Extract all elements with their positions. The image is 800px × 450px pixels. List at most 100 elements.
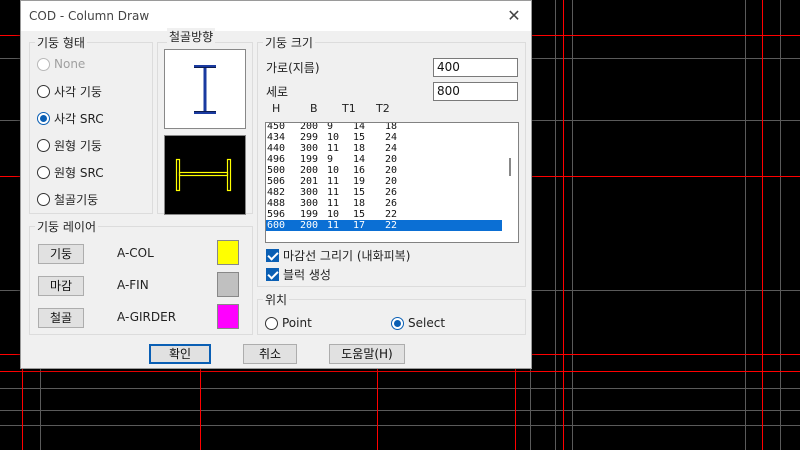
column-type-option[interactable]: 원형 SRC bbox=[37, 164, 104, 180]
cancel-button[interactable]: 취소 bbox=[243, 344, 297, 364]
list-item[interactable]: 506 201 11 19 20 bbox=[266, 176, 502, 187]
ok-button[interactable]: 확인 bbox=[149, 344, 211, 364]
list-cell: 11 bbox=[327, 143, 340, 154]
list-item[interactable]: 450 200 9 14 18 bbox=[266, 122, 502, 132]
list-cell: 15 bbox=[353, 187, 366, 198]
column-type-radio bbox=[37, 57, 50, 71]
steel-direction-vertical-preview[interactable] bbox=[164, 49, 246, 129]
list-item[interactable]: 434 299 10 15 24 bbox=[266, 132, 502, 143]
list-item[interactable]: 600 200 11 17 22 bbox=[266, 220, 502, 231]
list-cell: 10 bbox=[327, 165, 340, 176]
list-item[interactable]: 496 199 9 14 20 bbox=[266, 154, 502, 165]
list-cell: 300 bbox=[300, 143, 319, 154]
block-label: 블럭 생성 bbox=[283, 267, 331, 282]
list-cell: 10 bbox=[327, 132, 340, 143]
column-type-option[interactable]: 사각 기둥 bbox=[37, 83, 102, 99]
list-cell: 26 bbox=[385, 187, 398, 198]
list-item[interactable]: 482 300 11 15 26 bbox=[266, 187, 502, 198]
column-type-radio[interactable] bbox=[37, 84, 50, 98]
list-cell: 200 bbox=[300, 122, 319, 132]
list-cell: 482 bbox=[267, 187, 286, 198]
column-type-label: 원형 SRC bbox=[54, 165, 104, 180]
list-cell: 9 bbox=[327, 154, 334, 165]
finish-line-label: 마감선 그리기 (내화피복) bbox=[283, 248, 411, 263]
column-layer-title: 기둥 레이어 bbox=[35, 218, 99, 235]
list-cell: 201 bbox=[300, 176, 319, 187]
layer-name: A-FIN bbox=[117, 278, 149, 292]
column-type-radio[interactable] bbox=[37, 111, 50, 125]
title-bar[interactable]: COD - Column Draw ✕ bbox=[21, 1, 531, 31]
layer-button[interactable]: 마감 bbox=[38, 276, 84, 296]
layer-color-swatch[interactable] bbox=[217, 272, 239, 297]
list-cell: 18 bbox=[353, 198, 366, 209]
list-cell: 299 bbox=[300, 132, 319, 143]
list-cell: 19 bbox=[353, 176, 366, 187]
list-cell: 15 bbox=[353, 209, 366, 220]
position-point-radio[interactable] bbox=[265, 316, 278, 330]
column-size-title: 기둥 크기 bbox=[263, 34, 315, 51]
list-cell: 11 bbox=[327, 176, 340, 187]
section-size-list[interactable]: 450 200 9 14 18 434 299 10 15 24 440 300 11 18 24 496 19… bbox=[265, 122, 519, 243]
list-cell: 24 bbox=[385, 143, 398, 154]
position-option-point[interactable]: Point bbox=[265, 315, 312, 331]
list-cell: 11 bbox=[327, 198, 340, 209]
close-icon[interactable]: ✕ bbox=[503, 6, 525, 26]
height-input[interactable]: 800 bbox=[433, 82, 518, 101]
help-button[interactable]: 도움말(H) bbox=[329, 344, 405, 364]
list-item[interactable]: 596 199 10 15 22 bbox=[266, 209, 502, 220]
position-select-label: Select bbox=[408, 316, 446, 330]
column-type-option[interactable]: 철골기둥 bbox=[37, 191, 98, 207]
list-cell: 26 bbox=[385, 198, 398, 209]
list-cell: 199 bbox=[300, 154, 319, 165]
list-cell: 434 bbox=[267, 132, 286, 143]
column-type-label: None bbox=[54, 57, 86, 71]
block-checkbox[interactable] bbox=[266, 267, 279, 281]
column-type-radio[interactable] bbox=[37, 138, 50, 152]
position-title: 위치 bbox=[263, 291, 290, 308]
list-cell: 20 bbox=[385, 154, 398, 165]
list-cell: 300 bbox=[300, 187, 319, 198]
column-type-option[interactable]: 원형 기둥 bbox=[37, 137, 102, 153]
column-type-option[interactable]: 사각 SRC bbox=[37, 110, 104, 126]
layer-button[interactable]: 기둥 bbox=[38, 244, 84, 264]
list-cell: 14 bbox=[353, 122, 366, 132]
layer-button[interactable]: 철골 bbox=[38, 308, 84, 328]
list-cell: 16 bbox=[353, 165, 366, 176]
list-item[interactable]: 500 200 10 16 20 bbox=[266, 165, 502, 176]
list-cell: 10 bbox=[327, 209, 340, 220]
finish-line-checkbox-row[interactable]: 마감선 그리기 (내화피복) bbox=[266, 247, 410, 263]
finish-line-checkbox[interactable] bbox=[266, 248, 279, 262]
layer-color-swatch[interactable] bbox=[217, 304, 239, 329]
list-cell: 199 bbox=[300, 209, 319, 220]
list-cell: 496 bbox=[267, 154, 286, 165]
column-type-radio[interactable] bbox=[37, 192, 50, 206]
list-cell: 15 bbox=[353, 132, 366, 143]
layer-name: A-COL bbox=[117, 246, 154, 260]
width-input[interactable]: 400 bbox=[433, 58, 518, 77]
position-select-radio[interactable] bbox=[391, 316, 404, 330]
list-item[interactable]: 488 300 11 18 26 bbox=[266, 198, 502, 209]
list-cell: 596 bbox=[267, 209, 286, 220]
position-option-select[interactable]: Select bbox=[391, 315, 445, 331]
list-cell: 600 bbox=[267, 220, 286, 231]
column-type-radio[interactable] bbox=[37, 165, 50, 179]
block-checkbox-row[interactable]: 블럭 생성 bbox=[266, 266, 331, 282]
list-scrollbar-thumb[interactable] bbox=[509, 158, 511, 176]
list-cell: 17 bbox=[353, 220, 366, 231]
list-cell: 488 bbox=[267, 198, 286, 209]
column-type-title: 기둥 형태 bbox=[35, 34, 87, 51]
list-cell: 14 bbox=[353, 154, 366, 165]
column-type-label: 사각 기둥 bbox=[54, 84, 102, 99]
position-point-label: Point bbox=[282, 316, 312, 330]
list-cell: 300 bbox=[300, 198, 319, 209]
column-draw-dialog: COD - Column Draw ✕ 기둥 형태 None 사각 기둥사각 SR… bbox=[20, 0, 532, 369]
layer-color-swatch[interactable] bbox=[217, 240, 239, 265]
steel-direction-horizontal-preview[interactable] bbox=[164, 135, 246, 215]
column-header-t1: T1 bbox=[342, 102, 356, 115]
list-cell: 24 bbox=[385, 132, 398, 143]
list-cell: 18 bbox=[353, 143, 366, 154]
list-cell: 200 bbox=[300, 165, 319, 176]
list-item[interactable]: 440 300 11 18 24 bbox=[266, 143, 502, 154]
list-scrollbar[interactable] bbox=[502, 123, 518, 242]
column-header-t2: T2 bbox=[376, 102, 390, 115]
